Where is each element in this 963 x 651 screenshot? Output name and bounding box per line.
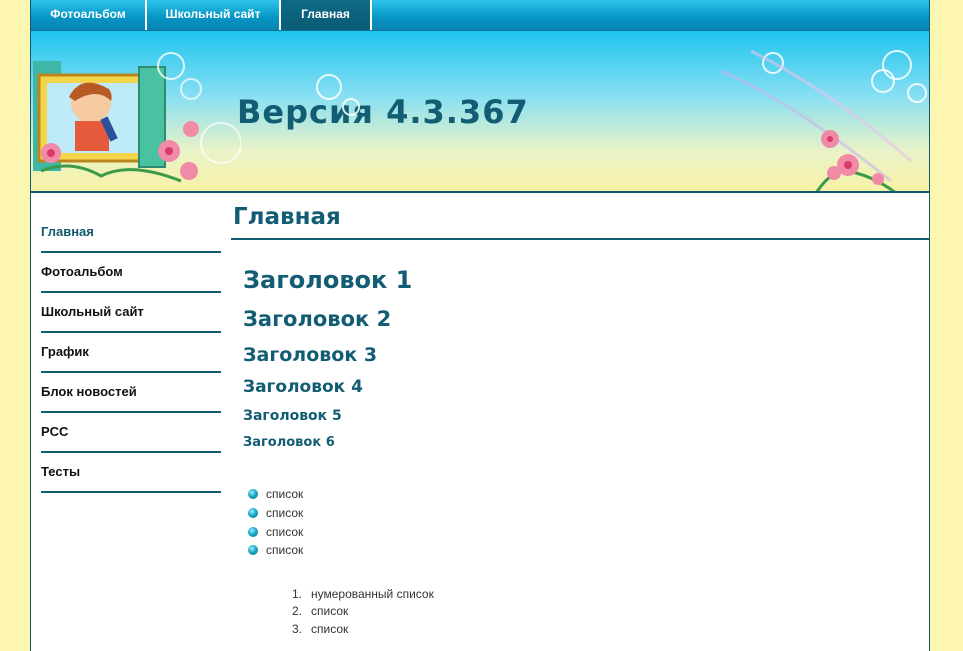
sidebar-item-photo-album[interactable]: Фотоальбом [41,253,221,293]
sidebar-item-news-block[interactable]: Блок новостей [41,373,221,413]
list-item: список [248,541,929,560]
sidebar-menu: Главная Фотоальбом Школьный сайт График … [41,213,221,493]
heading-5: Заголовок 5 [243,408,342,424]
top-navigation: Фотоальбом Школьный сайт Главная [31,0,929,31]
page-container: Фотоальбом Школьный сайт Главная Версия [30,0,930,651]
sidebar-item-tests[interactable]: Тесты [41,453,221,493]
list-item: список [248,522,929,541]
sidebar-item-schedule[interactable]: График [41,333,221,373]
heading-6: Заголовок 6 [243,435,335,450]
sidebar-item-pcc[interactable]: PCC [41,413,221,453]
tab-home[interactable]: Главная [281,0,372,30]
bullet-icon [248,545,258,556]
heading-2: Заголовок 2 [243,307,392,331]
numbered-list: 1. нумерованный список 2. список 3. список [292,586,929,640]
list-item: 1. нумерованный список [292,586,434,601]
heading-1: Заголовок 1 [243,266,413,294]
bullet-icon [248,489,258,500]
main-content: Главная Заголовок 1 Заголовок 2 Заголово… [231,196,929,640]
page-title: Главная [231,196,929,240]
list-item: список [248,485,929,504]
list-item: 2. список [292,604,349,619]
tab-photo-album[interactable]: Фотоальбом [31,0,147,30]
bullet-icon [248,508,258,519]
headings-sample: Заголовок 1 Заголовок 2 Заголовок 3 Заго… [231,266,929,459]
bullet-list: список список список список [248,485,929,560]
heading-4: Заголовок 4 [243,377,363,397]
sidebar-item-school-site[interactable]: Школьный сайт [41,293,221,333]
tab-school-site[interactable]: Школьный сайт [147,0,281,30]
flowers-decoration [815,130,896,191]
header-banner: Версия 4.3.367 [31,31,929,193]
bubbles-decoration [316,49,927,183]
list-item: список [248,504,929,523]
list-item: 3. список [292,622,349,637]
heading-3: Заголовок 3 [243,344,378,366]
bullet-icon [248,526,258,537]
sidebar-item-home[interactable]: Главная [41,213,221,253]
